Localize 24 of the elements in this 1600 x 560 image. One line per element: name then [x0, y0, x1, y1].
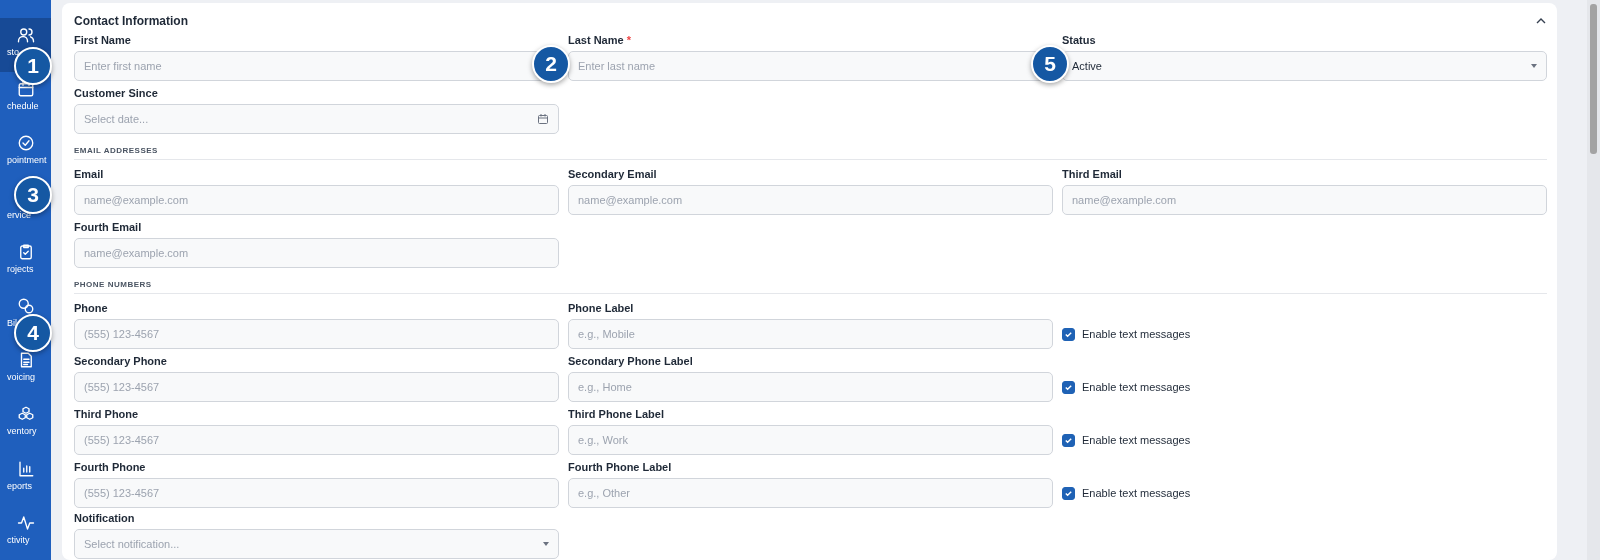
field-label: Third Phone Label	[568, 407, 664, 422]
checkbox-label: Enable text messages	[1082, 328, 1191, 340]
field-label: Fourth Phone Label	[568, 460, 672, 475]
field-label: Third Email	[1062, 167, 1122, 182]
field-label: Secondary Phone Label	[568, 354, 693, 369]
field-label: Secondary Email	[568, 167, 657, 182]
section-title: Contact Information	[74, 14, 188, 28]
checkbox-label: Enable text messages	[1082, 487, 1191, 499]
section-heading: PHONE NUMBERS	[74, 280, 152, 289]
section-heading: EMAIL ADDRESSES	[74, 146, 158, 155]
field-label: Fourth Email	[74, 220, 142, 235]
checkbox-label: Enable text messages	[1082, 434, 1191, 446]
field-label: Email	[74, 167, 104, 182]
field-label: Status	[1062, 33, 1096, 48]
field-label: Customer Since	[74, 86, 158, 101]
field-label: Last Name *	[568, 33, 631, 48]
field-label: First Name	[74, 33, 131, 48]
field-label: Fourth Phone	[74, 460, 146, 475]
checkbox-label: Enable text messages	[1082, 381, 1191, 393]
field-label: Third Phone	[74, 407, 139, 422]
field-label: Secondary Phone	[74, 354, 167, 369]
field-label: Notification	[74, 511, 135, 526]
field-label: Phone Label	[568, 301, 634, 316]
field-label: Phone	[74, 301, 108, 316]
